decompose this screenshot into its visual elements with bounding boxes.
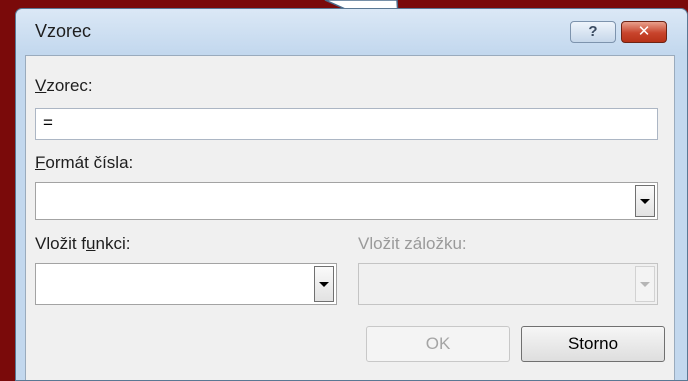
number-format-combo[interactable]	[35, 182, 658, 220]
paste-bookmark-label: Vložit záložku:	[358, 234, 467, 253]
paste-function-dropdown-button[interactable]	[314, 266, 334, 302]
formula-label-text: zorec:	[46, 76, 93, 95]
formula-dialog: Vzorec ? ✕ Vzorec: = Formát čísla: Vloži…	[15, 8, 688, 381]
formula-label-accel: V	[35, 76, 47, 95]
close-button[interactable]: ✕	[621, 21, 667, 43]
help-button[interactable]: ?	[570, 21, 616, 43]
dialog-title: Vzorec	[35, 21, 92, 41]
paste-function-label-accel: u	[86, 234, 96, 253]
number-format-label: Formát čísla:	[35, 153, 133, 173]
help-icon: ?	[588, 23, 598, 40]
number-format-dropdown-button[interactable]	[635, 185, 655, 217]
paste-function-label: Vložit funkci:	[35, 234, 130, 254]
paste-bookmark-value	[359, 264, 373, 272]
close-icon: ✕	[637, 23, 651, 40]
formula-value: =	[43, 113, 53, 132]
paste-function-label-text: nkci:	[95, 234, 131, 253]
dropdown-arrow-icon	[640, 282, 650, 287]
number-format-label-text: ormát čísla:	[45, 153, 134, 172]
paste-function-combo[interactable]	[35, 263, 337, 305]
paste-bookmark-combo[interactable]	[358, 263, 658, 305]
dropdown-arrow-icon	[319, 282, 329, 287]
dropdown-arrow-icon	[640, 199, 650, 204]
title-bar[interactable]: Vzorec ? ✕	[16, 9, 687, 53]
paste-function-value	[36, 264, 50, 272]
formula-label: Vzorec:	[35, 76, 93, 96]
number-format-label-accel: F	[35, 153, 46, 172]
paste-bookmark-dropdown-button[interactable]	[635, 266, 655, 302]
cancel-button[interactable]: Storno	[521, 326, 665, 362]
number-format-value	[36, 183, 50, 191]
formula-input[interactable]: =	[35, 108, 658, 140]
ok-button[interactable]: OK	[366, 326, 510, 362]
dialog-body: Vzorec: = Formát čísla: Vložit funkci: V…	[25, 55, 675, 380]
paste-function-label-prefix: Vložit f	[35, 234, 87, 253]
